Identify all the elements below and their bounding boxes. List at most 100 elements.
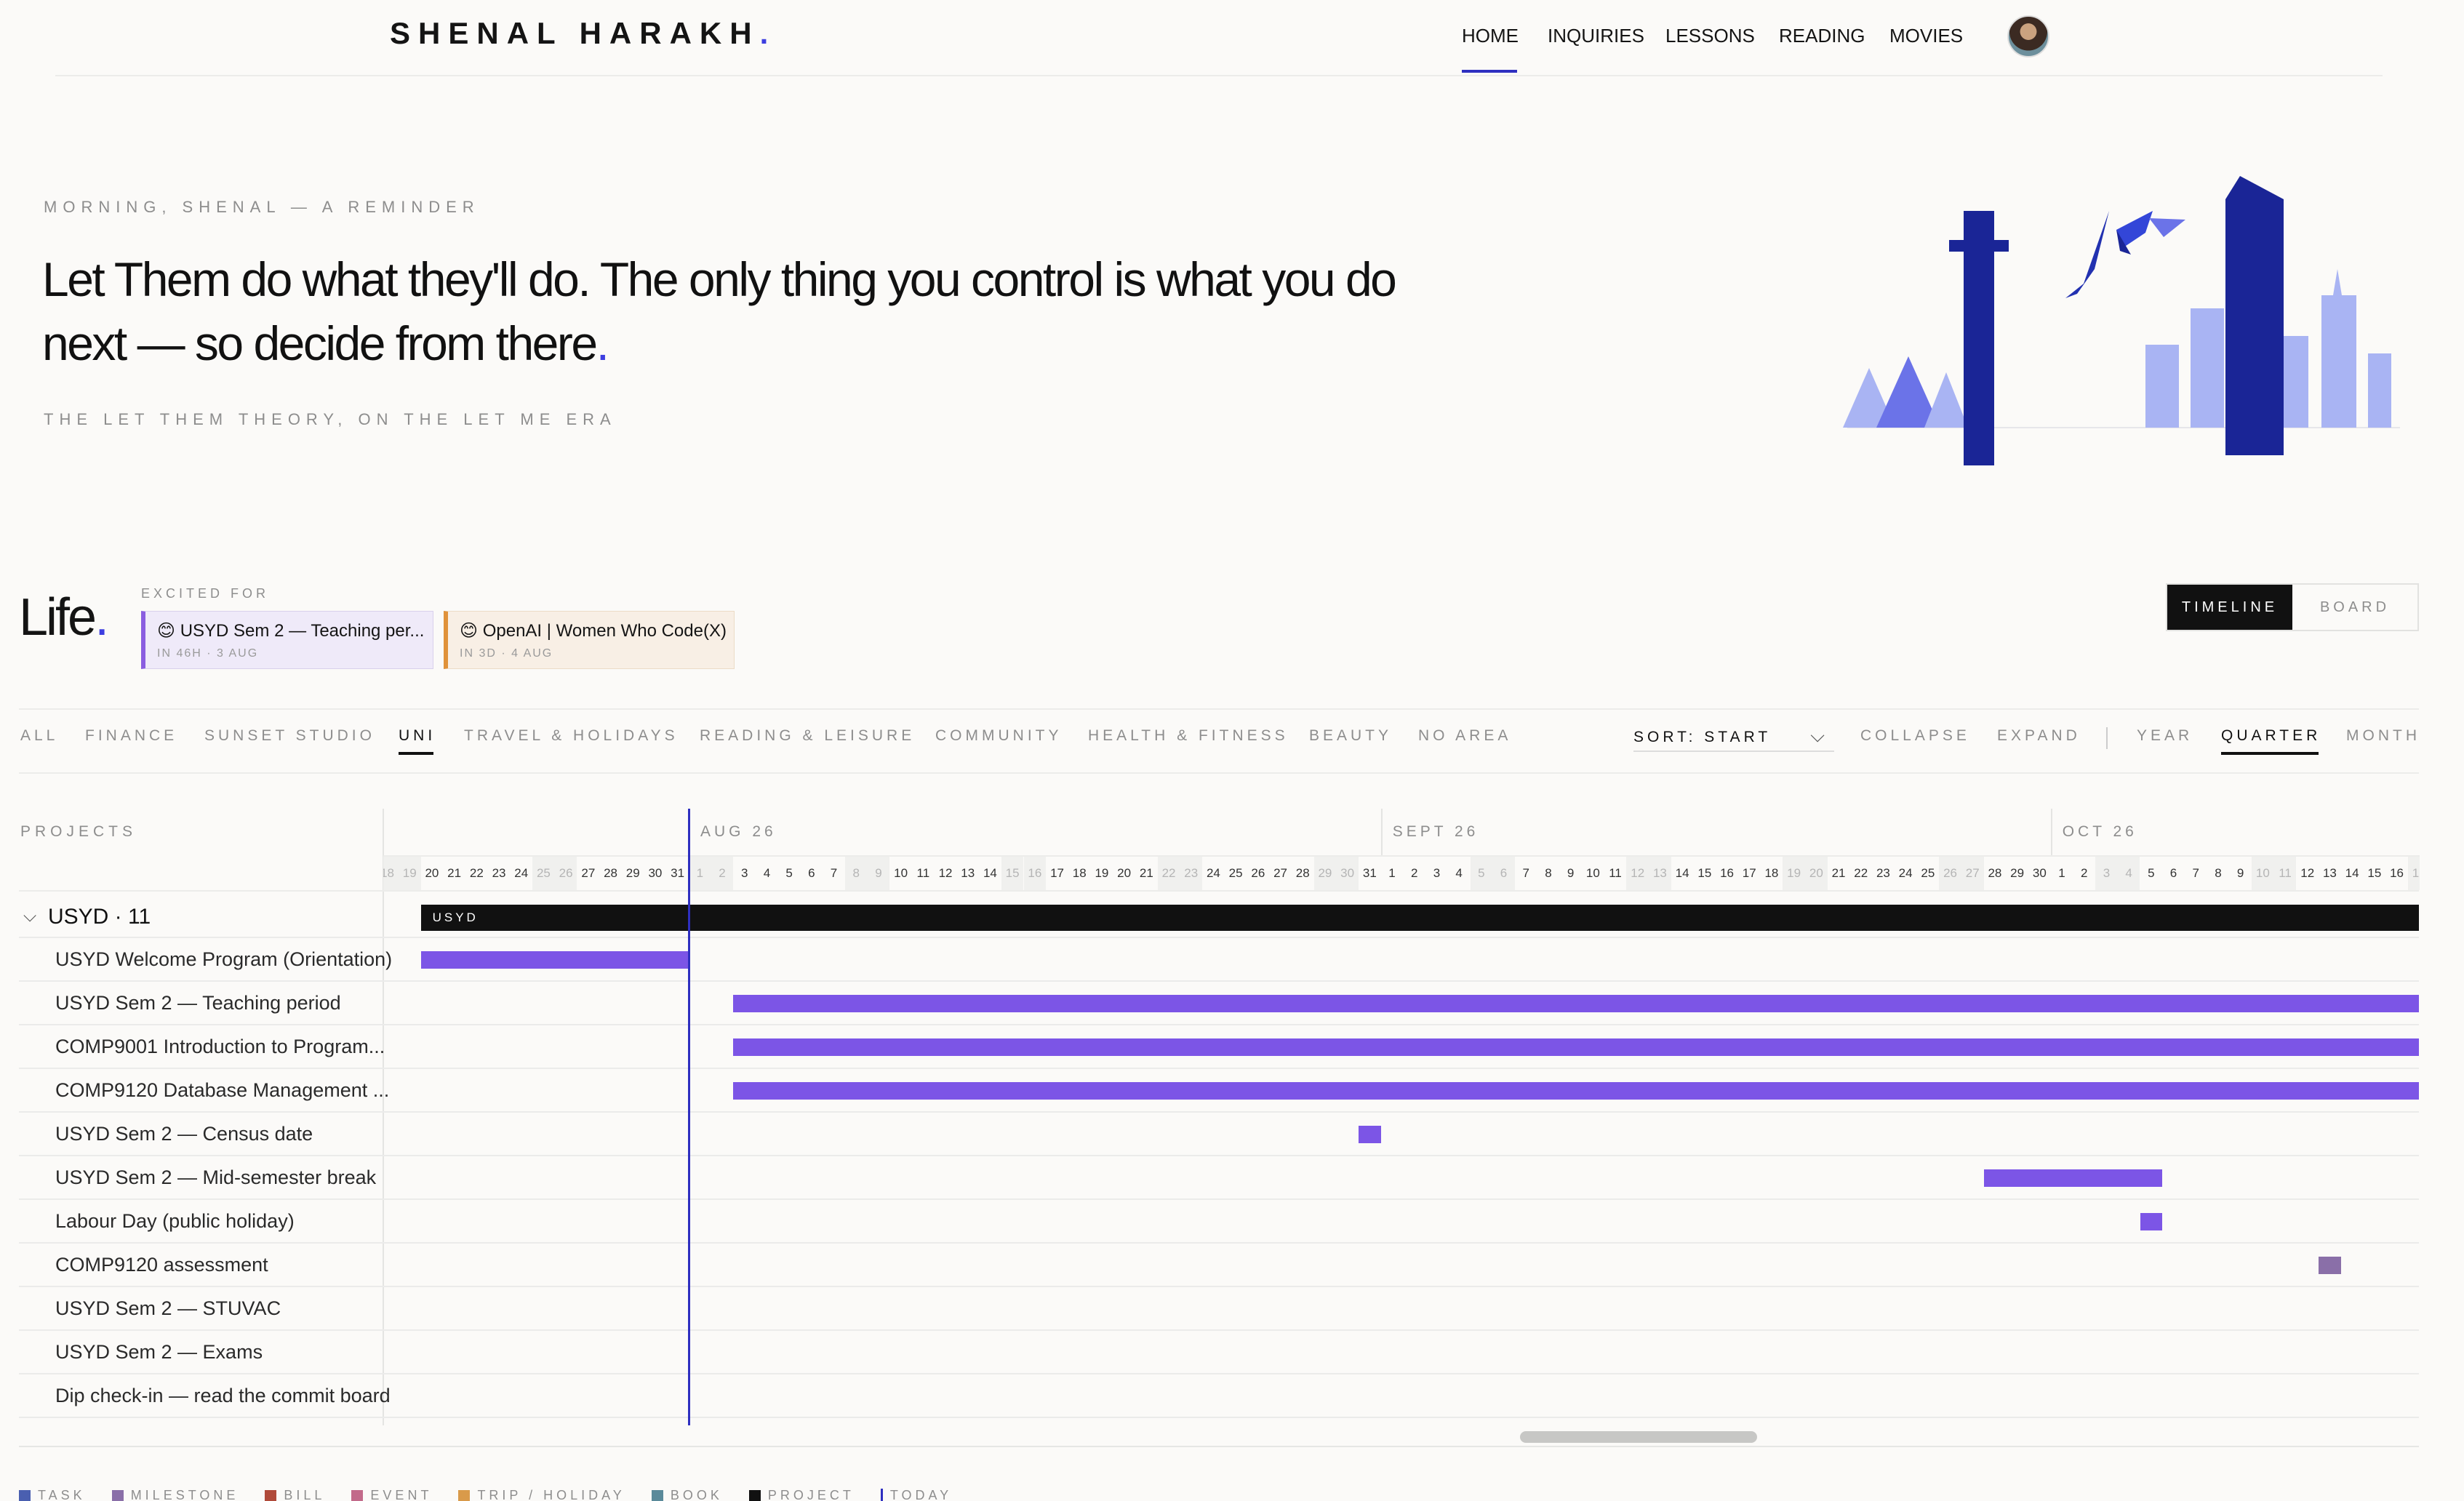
timeline-bar[interactable] (733, 995, 2419, 1012)
row-divider (19, 1111, 2419, 1113)
day-tick: 4 (2117, 857, 2140, 890)
avatar[interactable] (2007, 15, 2049, 57)
row-divider (19, 1286, 2419, 1287)
day-tick: 5 (1470, 857, 1493, 890)
filter-community[interactable]: COMMUNITY (935, 727, 1063, 745)
day-tick: 12 (2300, 866, 2315, 880)
project-row-label[interactable]: COMP9001 Introduction to Program... (55, 1036, 385, 1058)
filter-travel-holidays[interactable]: TRAVEL & HOLIDAYS (464, 727, 679, 745)
filter-sunset-studio[interactable]: SUNSET STUDIO (204, 727, 375, 745)
project-row-label[interactable]: USYD Sem 2 — Teaching period (55, 992, 341, 1014)
project-row-label[interactable]: USYD Sem 2 — Mid-semester break (55, 1166, 376, 1189)
life-title: Life. (19, 588, 109, 647)
hero-illustration (1843, 176, 2400, 465)
row-divider (19, 980, 2419, 982)
day-tick: 25 (1228, 866, 1243, 880)
filter-uni[interactable]: UNI (399, 727, 436, 745)
day-tick: 14 (983, 866, 997, 880)
timeline-bar[interactable] (2140, 1213, 2163, 1230)
day-tick: 26 (1251, 866, 1265, 880)
day-tick: 12 (1626, 857, 1649, 890)
day-tick: 22 (469, 866, 484, 880)
filter-beauty[interactable]: BEAUTY (1309, 727, 1392, 745)
collapse-button[interactable]: COLLAPSE (1860, 727, 1970, 745)
day-tick: 17 (1050, 866, 1064, 880)
month-label-sept: SEPT 26 (1392, 823, 1479, 840)
day-tick: 30 (1336, 857, 1359, 890)
day-tick: 29 (2010, 866, 2025, 880)
scale-month[interactable]: MONTH (2346, 727, 2420, 745)
month-divider (2050, 809, 2052, 855)
legend-item: TASK (19, 1488, 86, 1501)
filter-reading-leisure[interactable]: READING & LEISURE (700, 727, 915, 745)
expand-button[interactable]: EXPAND (1997, 727, 2081, 745)
timeline-bar[interactable] (1983, 1169, 2163, 1187)
day-tick: 27 (581, 866, 596, 880)
timeline-tab[interactable]: TIMELINE (2167, 585, 2292, 630)
filter-all[interactable]: ALL (20, 727, 58, 745)
legend-item: PROJECT (748, 1488, 855, 1501)
day-tick: 24 (1206, 866, 1220, 880)
legend-label: PROJECT (767, 1488, 855, 1501)
view-toggle: TIMELINE BOARD (2166, 583, 2419, 631)
chevron-down-icon[interactable]: ⌵ (23, 906, 36, 926)
day-tick: 24 (1898, 866, 1913, 880)
day-tick: 25 (532, 857, 555, 890)
day-tick: 15 (2367, 866, 2382, 880)
board-tab[interactable]: BOARD (2292, 585, 2417, 630)
filter-no-area[interactable]: NO AREA (1418, 727, 1511, 745)
day-tick: 20 (425, 866, 439, 880)
day-tick: 19 (1095, 866, 1109, 880)
day-tick: 19 (398, 857, 421, 890)
legend-item: BILL (265, 1488, 325, 1501)
legend-label: EVENT (370, 1488, 433, 1501)
legend-item: MILESTONE (111, 1488, 239, 1501)
project-row-label[interactable]: USYD Welcome Program (Orientation) (55, 948, 392, 971)
day-tick: 16 (2390, 866, 2404, 880)
timeline-bar[interactable] (1359, 1126, 1381, 1143)
scale-year[interactable]: YEAR (2137, 727, 2193, 745)
project-row-label[interactable]: Labour Day (public holiday) (55, 1210, 295, 1233)
project-row-label[interactable]: COMP9120 assessment (55, 1254, 268, 1276)
timeline-bar[interactable] (2319, 1257, 2341, 1274)
day-tick: 21 (1831, 866, 1846, 880)
project-row-label[interactable]: COMP9120 Database Management ... (55, 1079, 389, 1102)
filter-finance[interactable]: FINANCE (85, 727, 177, 745)
timeline-bar[interactable] (733, 1038, 2419, 1056)
day-tick: 10 (2252, 857, 2274, 890)
day-tick: 14 (1675, 866, 1689, 880)
nav-lessons[interactable]: LESSONS (1665, 25, 1755, 47)
horizontal-scrollbar[interactable] (1520, 1431, 1757, 1443)
sort-select[interactable]: SORT: START ⌵ (1633, 720, 1834, 752)
day-tick: 5 (2148, 866, 2155, 880)
project-row-label[interactable]: USYD Sem 2 — Census date (55, 1123, 313, 1145)
legend-swatch (265, 1489, 277, 1501)
group-project-bar[interactable]: USYD (420, 905, 2419, 931)
nav-home[interactable]: HOME (1462, 25, 1519, 47)
toolbar-separator (2106, 727, 2108, 749)
excited-card-openai[interactable]: 😊 OpenAI | Women Who Code(X) IN 3D · 4 A… (444, 611, 735, 669)
nav-reading[interactable]: READING (1779, 25, 1865, 47)
brand-logo[interactable]: SHENAL HARAKH. (390, 16, 776, 51)
day-tick: 7 (2192, 866, 2199, 880)
nav-movies[interactable]: MOVIES (1889, 25, 1963, 47)
day-tick: 20 (1117, 866, 1132, 880)
filters-top-rule (19, 708, 2419, 710)
scale-quarter[interactable]: QUARTER (2221, 727, 2321, 745)
day-tick: 27 (1961, 857, 1984, 890)
project-row-label[interactable]: USYD Sem 2 — STUVAC (55, 1297, 281, 1320)
hero-source: THE LET THEM THEORY, ON THE LET ME ERA (44, 410, 617, 428)
legend-swatch (880, 1488, 883, 1501)
gantt-bottom-rule (19, 1446, 2419, 1447)
day-tick: 15 (1697, 866, 1712, 880)
timeline-bar[interactable] (420, 951, 689, 969)
timeline-bar[interactable] (733, 1082, 2419, 1100)
group-label[interactable]: USYD · 11 (48, 905, 151, 929)
nav-inquiries[interactable]: INQUIRIES (1548, 25, 1644, 47)
project-row-label[interactable]: Dip check-in — read the commit board (55, 1385, 391, 1407)
project-row-label[interactable]: USYD Sem 2 — Exams (55, 1341, 263, 1364)
filter-health-fitness[interactable]: HEALTH & FITNESS (1088, 727, 1289, 745)
day-tick: 21 (1139, 866, 1153, 880)
header-divider (55, 75, 2383, 76)
excited-card-usyd[interactable]: 😊 USYD Sem 2 — Teaching per... IN 46H · … (141, 611, 433, 669)
